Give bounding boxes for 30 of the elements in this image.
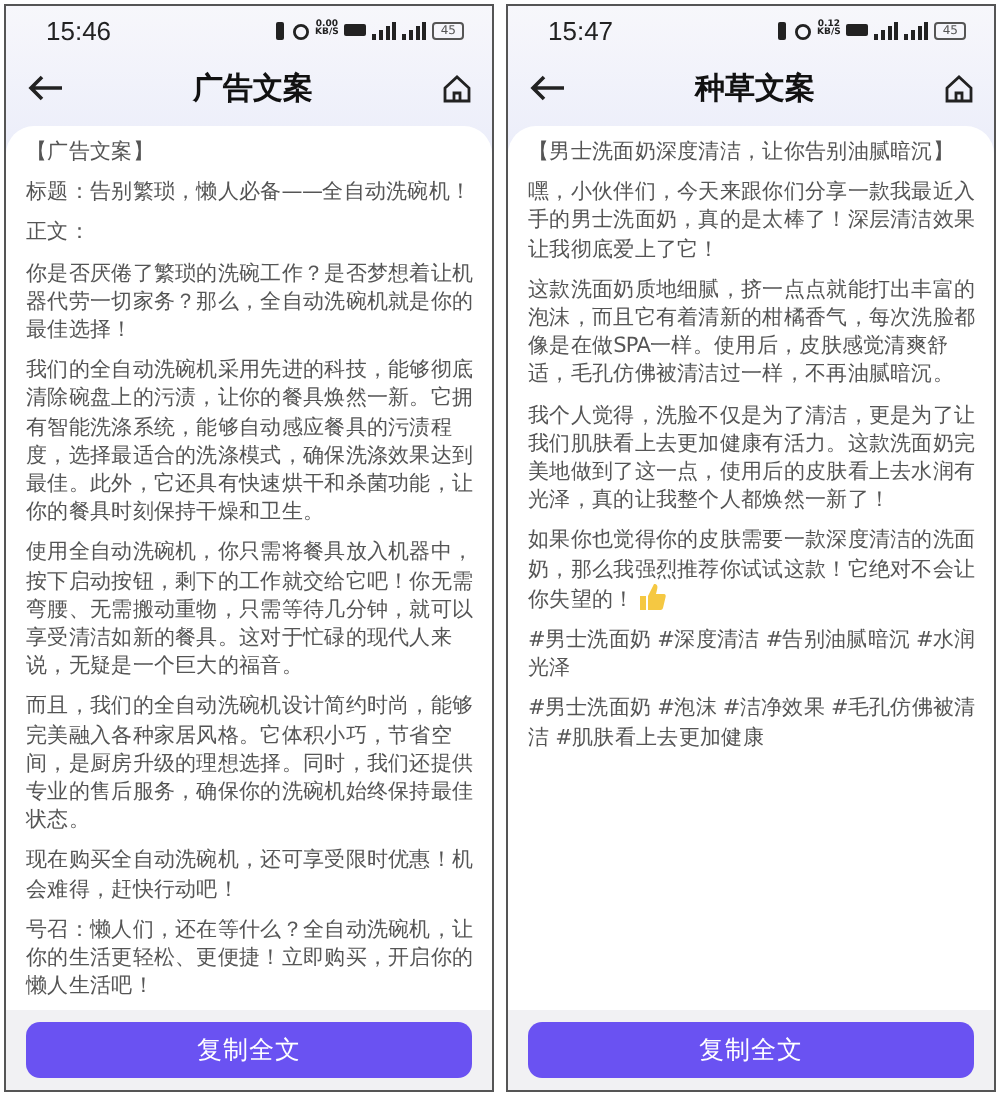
paragraph: 这款洗面奶质地细腻，挤一点点就能打出丰富的泡沫，而且它有着清新的柑橘香气，每次洗脸都像是在做SPA一样。使用后，皮肤感觉清爽舒适，毛孔仿佛被清洁过一样，不再油腻暗沉。 — [528, 275, 978, 390]
signal-icon — [402, 21, 427, 39]
paragraph: 如果你也觉得你的皮肤需要一款深度清洁的洗面奶，那么我强烈推荐你试试这款！它绝对不会让你失望的！ — [528, 526, 978, 615]
copy-all-button[interactable]: 复制全文 — [528, 1022, 974, 1078]
page-title: 种草文案 — [695, 69, 815, 107]
signal-icon — [904, 21, 929, 39]
paragraph: 我们的全自动洗碗机采用先进的科技，能够彻底清除碗盘上的污渍，让你的餐具焕然一新。它拥有智能洗涤系统，能够自动感应餐具的污渍程度，选择最适合的洗涤模式，确保洗涤效果达到最佳。此外，它还具有快速烘干和杀菌功能，让你的餐具时刻保持干燥和卫生。 — [26, 356, 476, 527]
status-time: 15:47 — [548, 15, 614, 45]
paragraph: 正文： — [26, 218, 92, 248]
home-icon[interactable] — [442, 73, 472, 103]
signal-icon — [372, 21, 397, 39]
page-title: 广告文案 — [193, 69, 313, 107]
back-icon[interactable] — [28, 74, 64, 102]
back-icon[interactable] — [530, 74, 566, 102]
signal-icon — [874, 21, 899, 39]
card-heading: 【男士洗面奶深度清洁，让你告别油腻暗沉】 — [528, 138, 957, 167]
home-icon[interactable] — [944, 73, 974, 103]
paragraph: #男士洗面奶 #深度清洁 #告别油腻暗沉 #水润光泽 — [528, 626, 978, 683]
paragraph: 而且，我们的全自动洗碗机设计简约时尚，能够完美融入各种家居风格。它体积小巧，节省空间，是厨房升级的理想选择。同时，我们还提供专业的售后服务，确保你的洗碗机始终保持最佳状态。 — [26, 692, 476, 835]
paragraph: 你是否厌倦了繁琐的洗碗工作？是否梦想着让机器代劳一切家务？那么，全自动洗碗机就是你的最佳选择！ — [26, 259, 476, 345]
paragraph: 使用全自动洗碗机，你只需将餐具放入机器中，按下启动按钮，剩下的工作就交给它吧！你无需弯腰、无需搬动重物，只需等待几分钟，就可以享受清洁如新的餐具。这对于忙碌的现代人来说，无疑是一个巨大的福音。 — [26, 538, 476, 681]
paragraph: 号召：懒人们，还在等什么？全自动洗碗机，让你的生活更轻松、更便捷！立即购买，开启你的懒人生活吧！ — [26, 915, 476, 1001]
paragraph: 我个人觉得，洗脸不仅是为了清洁，更是为了让我们肌肤看上去更加健康有活力。这款洗面奶完美地做到了这一点，使用后的皮肤看上去水润有光泽，真的让我整个人都焕然一新了！ — [528, 401, 978, 515]
copy-all-button[interactable]: 复制全文 — [26, 1022, 472, 1078]
status-time: 15:46 — [46, 15, 112, 45]
paragraph: 嘿，小伙伴们，今天来跟你们分享一款我最近入手的男士洗面奶，真的是太棒了！深层清洁效果让我彻底爱上了它！ — [528, 178, 978, 264]
paragraph: 现在购买全自动洗碗机，还可享受限时优惠！机会难得，赶快行动吧！ — [26, 846, 476, 904]
paragraph: #男士洗面奶 #泡沫 #洁净效果 #毛孔仿佛被清洁 #肌肤看上去更加健康 — [528, 694, 978, 752]
card-heading: 【广告文案】 — [26, 138, 156, 167]
paragraph: 标题：告别繁琐，懒人必备——全自动洗碗机！ — [26, 178, 474, 207]
